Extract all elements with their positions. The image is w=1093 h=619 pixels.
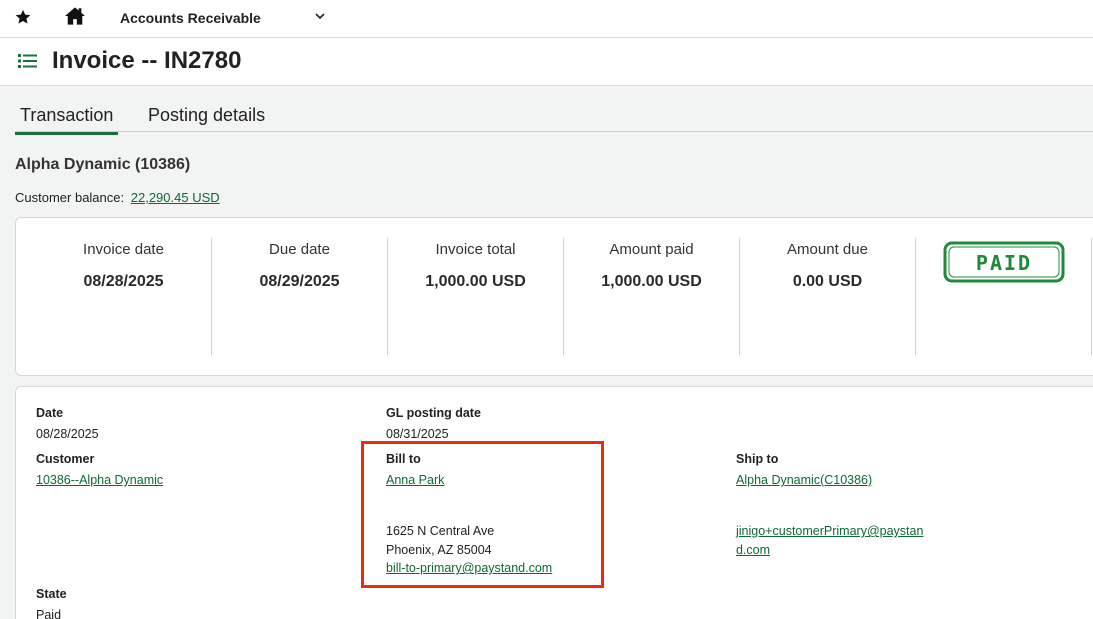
invoice-date-label: Invoice date — [83, 241, 164, 258]
due-date-value: 08/29/2025 — [259, 273, 340, 290]
invoice-total-value: 1,000.00 USD — [425, 273, 526, 290]
star-icon[interactable] — [14, 8, 32, 26]
ship-to-label: Ship to — [736, 452, 779, 466]
balance-link[interactable]: 22,290.45 USD — [131, 190, 220, 205]
tab-divider — [15, 131, 1093, 132]
module-switcher-label[interactable]: Accounts Receivable — [120, 10, 261, 26]
stamp-text: PAID — [976, 251, 1032, 275]
date-label: Date — [36, 406, 64, 420]
ship-to-email-link-line2[interactable]: d.com — [736, 543, 770, 557]
invoice-date-column: Invoice date 08/28/2025 — [36, 238, 212, 355]
ship-to-name-link[interactable]: Alpha Dynamic(C10386) — [736, 473, 872, 487]
customer-balance: Customer balance: 22,290.45 USD — [15, 190, 220, 205]
gl-posting-date-label: GL posting date — [386, 406, 481, 420]
invoice-total-column: Invoice total 1,000.00 USD — [388, 238, 564, 355]
customer-label: Customer — [36, 452, 95, 466]
list-icon[interactable] — [18, 53, 37, 69]
home-icon[interactable] — [64, 6, 86, 26]
customer-name: Alpha Dynamic (10386) — [15, 156, 191, 173]
gl-posting-date-field: GL posting date 08/31/2025 — [386, 406, 481, 444]
invoice-summary-card: Invoice date 08/28/2025 Due date 08/29/2… — [15, 217, 1093, 376]
amount-due-label: Amount due — [787, 241, 868, 258]
due-date-label: Due date — [269, 241, 330, 258]
tab-bar: Transaction Posting details — [0, 86, 1093, 135]
state-value: Paid — [36, 608, 62, 619]
customer-field: Customer 10386--Alpha Dynamic — [36, 452, 163, 490]
invoice-total-label: Invoice total — [435, 241, 516, 258]
chevron-down-icon[interactable] — [314, 10, 326, 22]
invoice-date-value: 08/28/2025 — [83, 273, 164, 290]
state-label: State — [36, 587, 67, 601]
page-title: Invoice -- IN2780 — [52, 47, 242, 74]
amount-due-value: 0.00 USD — [792, 273, 863, 290]
date-value: 08/28/2025 — [36, 427, 99, 441]
customer-link[interactable]: 10386--Alpha Dynamic — [36, 473, 163, 487]
bill-to-highlight-box — [361, 441, 604, 588]
due-date-column: Due date 08/29/2025 — [212, 238, 388, 355]
tab-posting-details[interactable]: Posting details — [148, 105, 265, 132]
state-field: State Paid — [36, 587, 67, 619]
balance-label: Customer balance: — [15, 190, 125, 205]
ship-to-email-link-line1[interactable]: jinigo+customerPrimary@paystan — [736, 524, 923, 538]
date-field: Date 08/28/2025 — [36, 406, 99, 444]
ship-to-field: Ship to Alpha Dynamic(C10386) jinigo+cus… — [736, 452, 976, 560]
paid-stamp: PAID — [943, 241, 1065, 283]
amount-paid-value: 1,000.00 USD — [601, 273, 702, 290]
page-header: Invoice -- IN2780 — [0, 38, 1093, 86]
top-bar: Accounts Receivable — [0, 0, 1093, 38]
amount-due-column: Amount due 0.00 USD — [740, 238, 916, 355]
amount-paid-label: Amount paid — [609, 241, 694, 258]
amount-paid-column: Amount paid 1,000.00 USD — [564, 238, 740, 355]
